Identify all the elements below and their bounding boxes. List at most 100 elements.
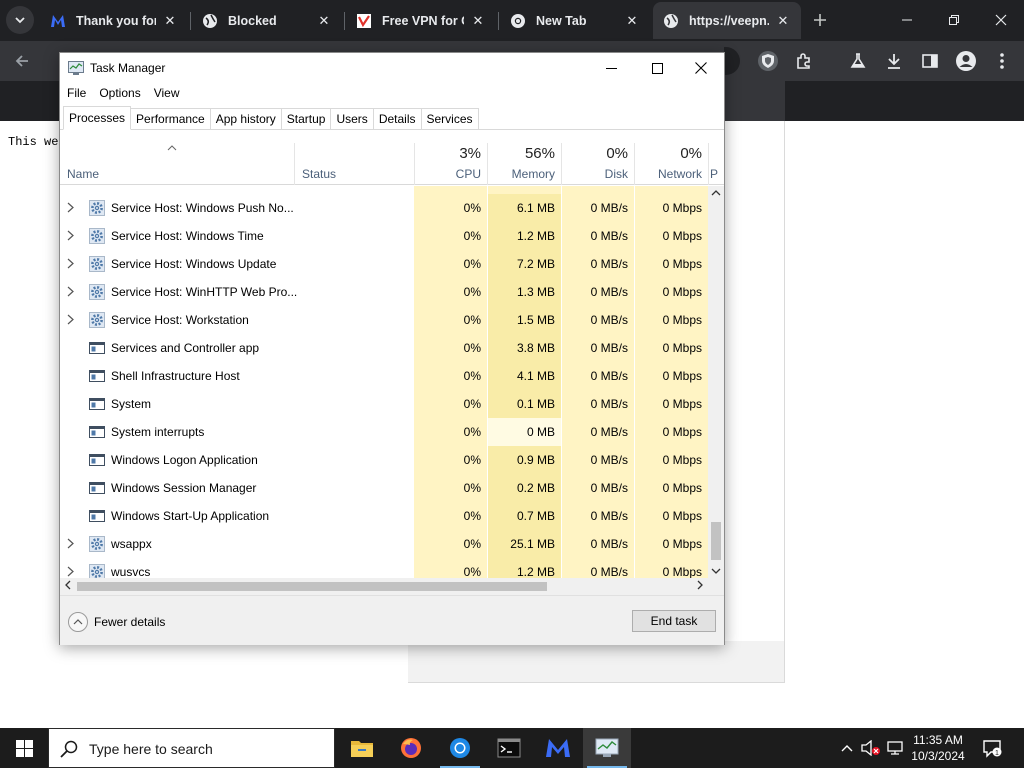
table-row[interactable]: System 0% 0.1 MB 0 MB/s 0 Mbps	[60, 390, 708, 418]
table-row[interactable]: Windows Logon Application 0% 0.9 MB 0 MB/s 0…	[60, 446, 708, 474]
menu-file[interactable]: File	[60, 83, 92, 105]
column-cpu[interactable]: 3% CPU	[414, 143, 487, 185]
chevron-right-icon[interactable]	[67, 202, 77, 214]
table-row[interactable]: Windows Session Manager 0% 0.2 MB 0 MB/s 0 M…	[60, 474, 708, 502]
vpn-extension-button[interactable]	[756, 49, 780, 73]
close-icon[interactable]: ✕	[316, 13, 332, 29]
new-tab-button[interactable]	[810, 10, 830, 30]
chevron-down-icon	[15, 17, 25, 24]
taskbar-terminal[interactable]	[485, 728, 533, 768]
browser-tab-active[interactable]: https://veepn.c ✕	[653, 2, 801, 39]
browser-tab[interactable]: Free VPN for C ✕	[346, 2, 496, 39]
column-name[interactable]: Name	[60, 143, 294, 185]
end-task-button[interactable]: End task	[632, 610, 716, 632]
taskbar-malwarebytes[interactable]	[534, 728, 582, 768]
tab-services[interactable]: Services	[421, 108, 479, 130]
table-row[interactable]: Service Host: Windows Push No... 0% 6.1 MB…	[60, 194, 708, 222]
profile-button[interactable]	[954, 49, 978, 73]
tab-processes[interactable]: Processes	[63, 106, 132, 130]
close-icon[interactable]: ✕	[162, 13, 178, 29]
volume-button[interactable]	[860, 728, 882, 768]
chevron-right-icon[interactable]	[67, 538, 77, 550]
close-icon[interactable]: ✕	[470, 13, 486, 29]
table-row[interactable]: wsappx 0% 25.1 MB 0 MB/s 0 Mbps	[60, 530, 708, 558]
scroll-right-icon[interactable]	[697, 580, 703, 592]
taskbar-firefox[interactable]	[387, 728, 435, 768]
minimize-button[interactable]	[883, 0, 930, 40]
service-gear-icon	[89, 284, 105, 300]
chevron-right-icon[interactable]	[67, 566, 77, 578]
side-panel-button[interactable]	[918, 49, 942, 73]
browser-menu-button[interactable]	[990, 49, 1014, 73]
table-row[interactable]: Service Host: WinHTTP Web Pro... 0% 1.3 MB…	[60, 278, 708, 306]
menu-view[interactable]: View	[147, 83, 186, 105]
tab-search-button[interactable]	[6, 6, 34, 34]
process-memory: 3.8 MB	[516, 341, 555, 355]
back-button[interactable]	[10, 49, 34, 73]
title-bar[interactable]: Task Manager	[60, 53, 724, 83]
notification-center-button[interactable]: 1	[982, 738, 1002, 758]
close-icon[interactable]: ✕	[775, 13, 791, 29]
labs-button[interactable]	[846, 49, 870, 73]
scroll-down-icon[interactable]	[711, 566, 721, 576]
horizontal-scrollbar[interactable]	[60, 578, 708, 595]
chevron-right-icon[interactable]	[67, 258, 77, 270]
process-memory: 7.2 MB	[516, 257, 555, 271]
column-memory[interactable]: 56% Memory	[487, 143, 561, 185]
process-name: System interrupts	[111, 425, 205, 439]
chevron-right-icon[interactable]	[67, 286, 77, 298]
process-network: 0 Mbps	[662, 257, 702, 271]
horizontal-scroll-thumb[interactable]	[77, 582, 547, 591]
column-disk[interactable]: 0% Disk	[561, 143, 634, 185]
restore-button[interactable]	[930, 0, 977, 40]
taskbar-task-manager[interactable]	[583, 728, 631, 768]
process-disk: 0 MB/s	[590, 397, 628, 411]
close-button[interactable]	[678, 53, 724, 83]
downloads-button[interactable]	[882, 49, 906, 73]
menu-options[interactable]: Options	[92, 83, 146, 105]
scroll-left-icon[interactable]	[65, 580, 71, 592]
process-cpu: 0%	[463, 313, 481, 327]
table-row[interactable]: Windows Start-Up Application 0% 0.7 MB 0 MB…	[60, 502, 708, 530]
maximize-button[interactable]	[634, 53, 680, 83]
tab-startup[interactable]: Startup	[281, 108, 332, 130]
table-row[interactable]: Shell Infrastructure Host 0% 4.1 MB 0 MB/s 0…	[60, 362, 708, 390]
table-row[interactable]: Service Host: Workstation 0% 1.5 MB 0 MB/s 0…	[60, 306, 708, 334]
table-row[interactable]: System interrupts 0% 0 MB 0 MB/s 0 Mbps	[60, 418, 708, 446]
vertical-scrollbar[interactable]	[708, 186, 724, 578]
taskbar-chrome[interactable]	[436, 728, 484, 768]
table-row[interactable]: Service Host: Windows Time 0% 1.2 MB 0 MB/s…	[60, 222, 708, 250]
browser-tab[interactable]: Blocked ✕	[192, 2, 342, 39]
taskbar-file-explorer[interactable]	[338, 728, 386, 768]
taskbar-search[interactable]: Type here to search	[48, 728, 335, 768]
chrome-icon	[510, 13, 526, 29]
vertical-scroll-thumb[interactable]	[711, 522, 721, 560]
tab-users[interactable]: Users	[331, 108, 374, 130]
column-status[interactable]: Status	[294, 143, 414, 185]
column-network[interactable]: 0% Network	[634, 143, 708, 185]
browser-tab[interactable]: Thank you for ✕	[40, 2, 188, 39]
close-window-button[interactable]	[977, 0, 1024, 40]
extensions-button[interactable]	[792, 49, 816, 73]
network-button[interactable]	[884, 728, 906, 768]
table-row[interactable]: wusvcs 0% 1.2 MB 0 MB/s 0 Mbps	[60, 558, 708, 578]
browser-tab[interactable]: New Tab ✕	[500, 2, 650, 39]
table-row[interactable]: Service Host: Windows Update 0% 7.2 MB 0 MB…	[60, 250, 708, 278]
table-row[interactable]: Services and Controller app 0% 3.8 MB 0 MB/…	[60, 334, 708, 362]
taskbar-clock[interactable]: 11:35 AM 10/3/2024	[906, 732, 970, 764]
chevron-right-icon[interactable]	[67, 230, 77, 242]
tab-app-history[interactable]: App history	[210, 108, 282, 130]
fewer-details-link[interactable]: Fewer details	[94, 615, 165, 629]
address-bar[interactable]	[724, 47, 740, 75]
tab-performance[interactable]: Performance	[131, 108, 211, 130]
close-icon[interactable]: ✕	[624, 13, 640, 29]
chevron-right-icon[interactable]	[67, 314, 77, 326]
scroll-up-icon[interactable]	[711, 188, 721, 198]
tab-details[interactable]: Details	[373, 108, 422, 130]
process-name: Services and Controller app	[111, 341, 260, 355]
start-button[interactable]	[0, 728, 48, 768]
minimize-button[interactable]	[588, 53, 634, 83]
search-icon	[60, 740, 78, 758]
show-hidden-icons-button[interactable]	[838, 728, 856, 768]
chevron-up-icon[interactable]	[68, 612, 88, 632]
